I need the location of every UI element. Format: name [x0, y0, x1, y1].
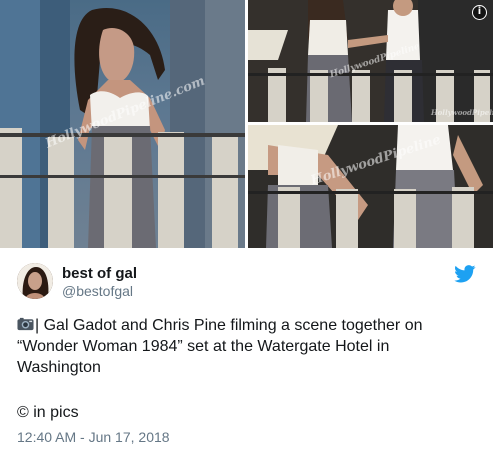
photo-bottom-right[interactable]: HollywoodPipeline	[248, 125, 493, 248]
tweet-text: | Gal Gadot and Chris Pine filming a sce…	[17, 315, 477, 378]
twitter-bird-icon[interactable]	[454, 265, 476, 283]
avatar[interactable]	[17, 263, 53, 299]
info-icon[interactable]: i	[472, 5, 487, 20]
user-handle[interactable]: @bestofgal	[62, 283, 133, 300]
tweet-text-content: | Gal Gadot and Chris Pine filming a sce…	[17, 317, 423, 376]
tweet-credit: © in pics	[17, 404, 79, 421]
watermark-top-right-corner: HollywoodPipeline	[431, 108, 493, 117]
avatar-image	[17, 263, 53, 299]
photo-left[interactable]: HollywoodPipeline.com	[0, 0, 245, 248]
photo-collage[interactable]: HollywoodPipeline.com HollywoodPipeline …	[0, 0, 493, 248]
tweet-card: HollywoodPipeline.com HollywoodPipeline …	[0, 0, 493, 451]
tweet-timestamp[interactable]: 12:40 AM - Jun 17, 2018	[17, 429, 170, 446]
camera-emoji-icon	[17, 317, 34, 331]
photo-bottom-right-scene	[248, 125, 493, 248]
photo-top-right[interactable]: HollywoodPipeline HollywoodPipeline i	[248, 0, 493, 122]
display-name[interactable]: best of gal	[62, 265, 137, 283]
photo-left-scene	[0, 0, 245, 248]
